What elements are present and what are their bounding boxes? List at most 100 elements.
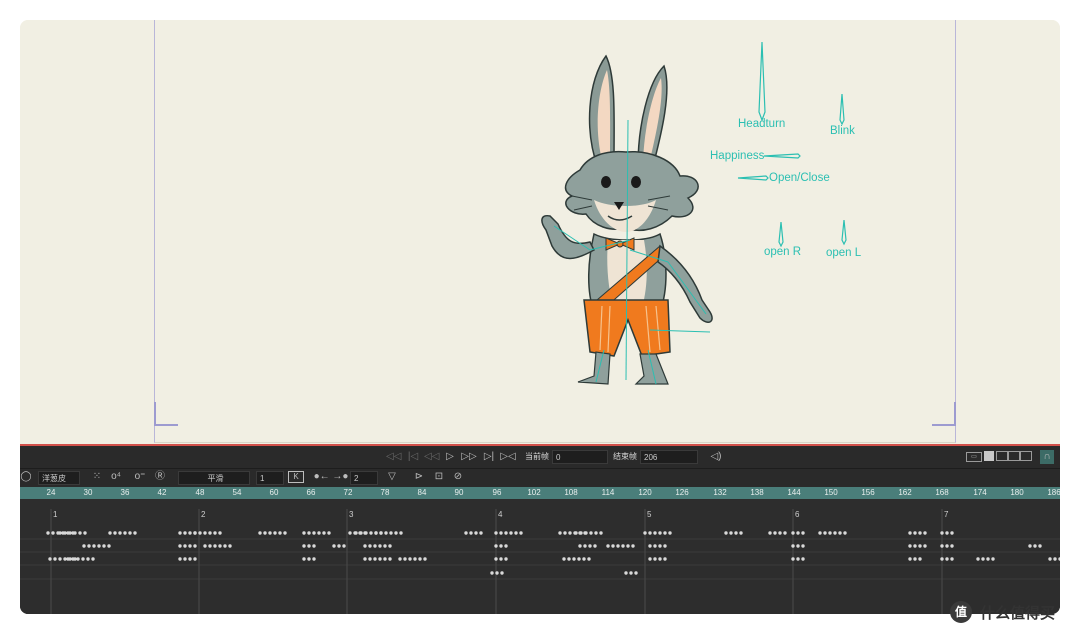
keyframe-dot [783, 531, 787, 535]
current-frame-field[interactable]: 0 [552, 450, 608, 464]
keyframe-tracks[interactable]: 1 2 3 4 5 6 7 [20, 499, 1060, 614]
keyframe-dot [373, 544, 377, 548]
dots-grid-icon[interactable]: ⁙ [90, 470, 104, 484]
keyframe-dot [729, 531, 733, 535]
keyframe-dot [133, 531, 137, 535]
keyframe-dot [658, 531, 662, 535]
keyframe-dot [631, 544, 635, 548]
keyframe-dot [923, 544, 927, 548]
keyframe-dot [519, 531, 523, 535]
easing-select[interactable]: 平滑 [178, 471, 250, 485]
section-marker-label: 4 [498, 510, 503, 519]
keyframe-dot [379, 531, 383, 535]
keyframe-dot [495, 571, 499, 575]
keyframe-dot [494, 544, 498, 548]
loop-start-icon[interactable]: ◁◁ [386, 450, 401, 464]
canvas-area[interactable]: Headturn Blink Happiness Open/Close open… [20, 20, 1060, 444]
blink-handle [839, 93, 845, 126]
keyframe-dot [658, 557, 662, 561]
ruler-tick: 156 [861, 488, 875, 497]
keyframe-dot [327, 531, 331, 535]
section-marker-label: 3 [349, 510, 354, 519]
play-icon[interactable]: ▷ [444, 450, 456, 464]
keyframe-dot [373, 557, 377, 561]
keyframe-dot [312, 544, 316, 548]
keyframe-dot [504, 531, 508, 535]
keyframe-dot [317, 531, 321, 535]
ruler-tick: 24 [46, 488, 56, 497]
keyframe-dot [71, 531, 75, 535]
rig-label-open-r[interactable]: open R [764, 246, 801, 258]
lasso-icon[interactable]: ◯ [20, 470, 32, 484]
ruler-tick: 180 [1010, 488, 1024, 497]
step-forward-icon[interactable]: ▷▷ [461, 450, 477, 464]
rig-label-blink[interactable]: Blink [830, 125, 855, 137]
keyframe-dot [1038, 544, 1042, 548]
keyframe-dot [648, 557, 652, 561]
keyframe-dot [203, 531, 207, 535]
keyframe-dot [940, 557, 944, 561]
keyframe-dot [83, 531, 87, 535]
keyframe-dot [945, 531, 949, 535]
onion-icon[interactable]: ∩ [1040, 450, 1054, 464]
pin-icon[interactable]: ▽ [386, 470, 398, 484]
branch-icon[interactable]: ⊳ [412, 470, 426, 484]
frame-nav-icon[interactable]: ●← →● [312, 470, 350, 484]
keyframe-dot [624, 571, 628, 575]
keyframe-dot [940, 544, 944, 548]
audio-icon[interactable]: ◁) [708, 450, 724, 464]
keyframe-dot [791, 531, 795, 535]
keyframe-dot [183, 557, 187, 561]
keyframe-dot [178, 544, 182, 548]
keyframe-dot [389, 531, 393, 535]
view-split-icon[interactable] [996, 451, 1008, 461]
ruler-tick: 120 [638, 488, 652, 497]
ruler-tick: 96 [492, 488, 502, 497]
track-lanes [20, 509, 1060, 614]
loop-icon[interactable]: ▷◁ [500, 450, 516, 464]
keyframe-dot [469, 531, 473, 535]
keyframe-dot [568, 531, 572, 535]
keyframe-dot [368, 544, 372, 548]
keyframe-dot [283, 531, 287, 535]
keyframe-dot [791, 557, 795, 561]
camera-icon[interactable]: ⊡ [432, 470, 446, 484]
keyframe-dot [302, 557, 306, 561]
record-icon[interactable]: Ⓡ [154, 470, 166, 484]
step-back-icon[interactable]: ◁◁ [424, 450, 439, 464]
keyframe-dot [359, 531, 363, 535]
happiness-handle [763, 153, 801, 159]
ruler-tick: 84 [417, 488, 427, 497]
fit-view-icon[interactable]: ▭ [966, 452, 982, 462]
keyframe-dot [923, 531, 927, 535]
rig-label-open-l[interactable]: open L [826, 247, 861, 259]
go-to-start-icon[interactable]: |◁ [406, 450, 420, 464]
step-select[interactable]: 1 [256, 471, 284, 485]
onion-skin-select[interactable]: 洋葱皮 [38, 471, 80, 485]
bone-key-icon[interactable]: o⁴ [108, 470, 124, 484]
key-icon[interactable]: o⁼ [132, 470, 148, 484]
keyframe-dot [796, 557, 800, 561]
rig-label-open-close[interactable]: Open/Close [769, 172, 830, 184]
keyframe-dot [368, 557, 372, 561]
keyframe-dot [509, 531, 513, 535]
frame-step-field[interactable]: 2 [350, 471, 378, 485]
frame-ruler[interactable]: 24 30 36 42 48 54 60 66 72 78 84 90 96 1… [20, 487, 1060, 499]
end-frame-field[interactable]: 206 [640, 450, 698, 464]
unpin-icon[interactable]: ⊘ [452, 470, 464, 484]
ruler-tick: 36 [120, 488, 130, 497]
keyframe-dot [643, 531, 647, 535]
view-single-icon[interactable] [984, 451, 994, 461]
rabbit-character[interactable] [510, 50, 740, 390]
keyframe-dot [213, 531, 217, 535]
keyframe-button[interactable]: K [288, 471, 304, 483]
keyframe-dot [71, 557, 75, 561]
view-quad-icon[interactable] [1020, 451, 1032, 461]
keyframe-dot [403, 557, 407, 561]
keyframe-dot [183, 544, 187, 548]
rig-label-headturn[interactable]: Headturn [738, 118, 785, 130]
view-triple-icon[interactable] [1008, 451, 1020, 461]
keyframe-dot [312, 531, 316, 535]
go-to-end-icon[interactable]: ▷| [482, 450, 496, 464]
keyframe-dot [945, 544, 949, 548]
